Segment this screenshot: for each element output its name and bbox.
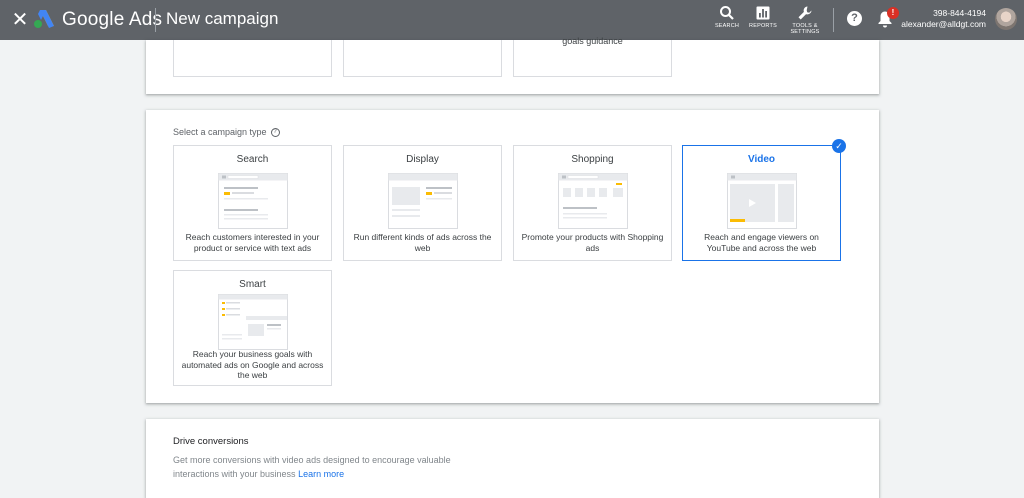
campaign-type-label: Select a campaign type ?: [173, 127, 280, 137]
campaign-card-smart[interactable]: Smart Reach your business goals with aut…: [173, 270, 332, 386]
goal-card[interactable]: [343, 40, 502, 77]
google-ads-logo-icon: [34, 10, 54, 28]
card-name: Display: [406, 154, 439, 165]
goal-panel: goals guidance: [146, 36, 879, 94]
wrench-icon: [798, 6, 812, 20]
campaign-type-label-text: Select a campaign type: [173, 127, 267, 137]
card-name: Video: [747, 154, 776, 165]
reports-tool-button[interactable]: REPORTS: [741, 5, 785, 29]
drive-conversions-panel: Drive conversions Get more conversions w…: [146, 419, 879, 498]
top-bar: ✕ Google Ads New campaign SEARCH REPORTS…: [0, 0, 1024, 40]
smart-illustration-icon: [218, 294, 288, 350]
tools-settings-label: TOOLS & SETTINGS: [790, 23, 820, 35]
selected-check-icon: ✓: [832, 139, 846, 153]
campaign-card-video[interactable]: Video Reach and engage viewers on YouTub…: [682, 145, 841, 261]
card-name: Shopping: [571, 154, 614, 165]
card-name: Smart: [239, 279, 266, 290]
tools-settings-button[interactable]: TOOLS & SETTINGS: [783, 5, 827, 35]
card-description: Run different kinds of ads across the we…: [353, 232, 492, 253]
reports-tool-label: REPORTS: [749, 23, 777, 29]
notification-badge: !: [887, 7, 899, 19]
brand-name: Google Ads: [62, 9, 163, 30]
goal-card[interactable]: [173, 40, 332, 77]
learn-more-link[interactable]: Learn more: [298, 469, 344, 479]
drive-conversions-text: Get more conversions with video ads desi…: [173, 453, 483, 481]
campaign-card-shopping[interactable]: Shopping Promote your products with Shop…: [513, 145, 672, 261]
shopping-illustration-icon: [558, 173, 628, 229]
page-title: New campaign: [166, 9, 279, 28]
card-description: Promote your products with Shopping ads: [521, 232, 664, 253]
account-phone: 398-844-4194: [933, 8, 986, 18]
reports-icon: [756, 6, 770, 20]
card-name: Search: [236, 154, 269, 165]
help-circle-icon[interactable]: ?: [270, 127, 280, 137]
campaign-card-display[interactable]: Display Run different kinds of ads acros…: [343, 145, 502, 261]
card-description: Reach and engage viewers on YouTube and …: [704, 232, 819, 253]
goal-card[interactable]: goals guidance: [513, 36, 672, 77]
account-info[interactable]: 398-844-4194 alexander@alldgt.com: [901, 8, 986, 30]
campaign-type-panel: Select a campaign type ? Search Reach cu…: [146, 110, 879, 403]
avatar[interactable]: [995, 8, 1017, 30]
goal-card-partial-text: goals guidance: [562, 36, 623, 46]
drive-conversions-title: Drive conversions: [173, 436, 249, 447]
close-icon[interactable]: ✕: [10, 10, 30, 30]
help-icon[interactable]: ?: [847, 11, 862, 26]
video-illustration-icon: [727, 173, 797, 229]
display-illustration-icon: [388, 173, 458, 229]
card-description: Reach customers interested in your produ…: [185, 232, 320, 253]
card-description: Reach your business goals with automated…: [181, 349, 324, 380]
partial-text-fragment: [394, 34, 454, 37]
tools-divider: [833, 8, 834, 32]
account-email: alexander@alldgt.com: [901, 19, 986, 29]
campaign-card-search[interactable]: Search Reach customers interested in you…: [173, 145, 332, 261]
search-illustration-icon: [218, 173, 288, 229]
header-divider: [155, 8, 156, 32]
search-icon: [720, 6, 734, 20]
